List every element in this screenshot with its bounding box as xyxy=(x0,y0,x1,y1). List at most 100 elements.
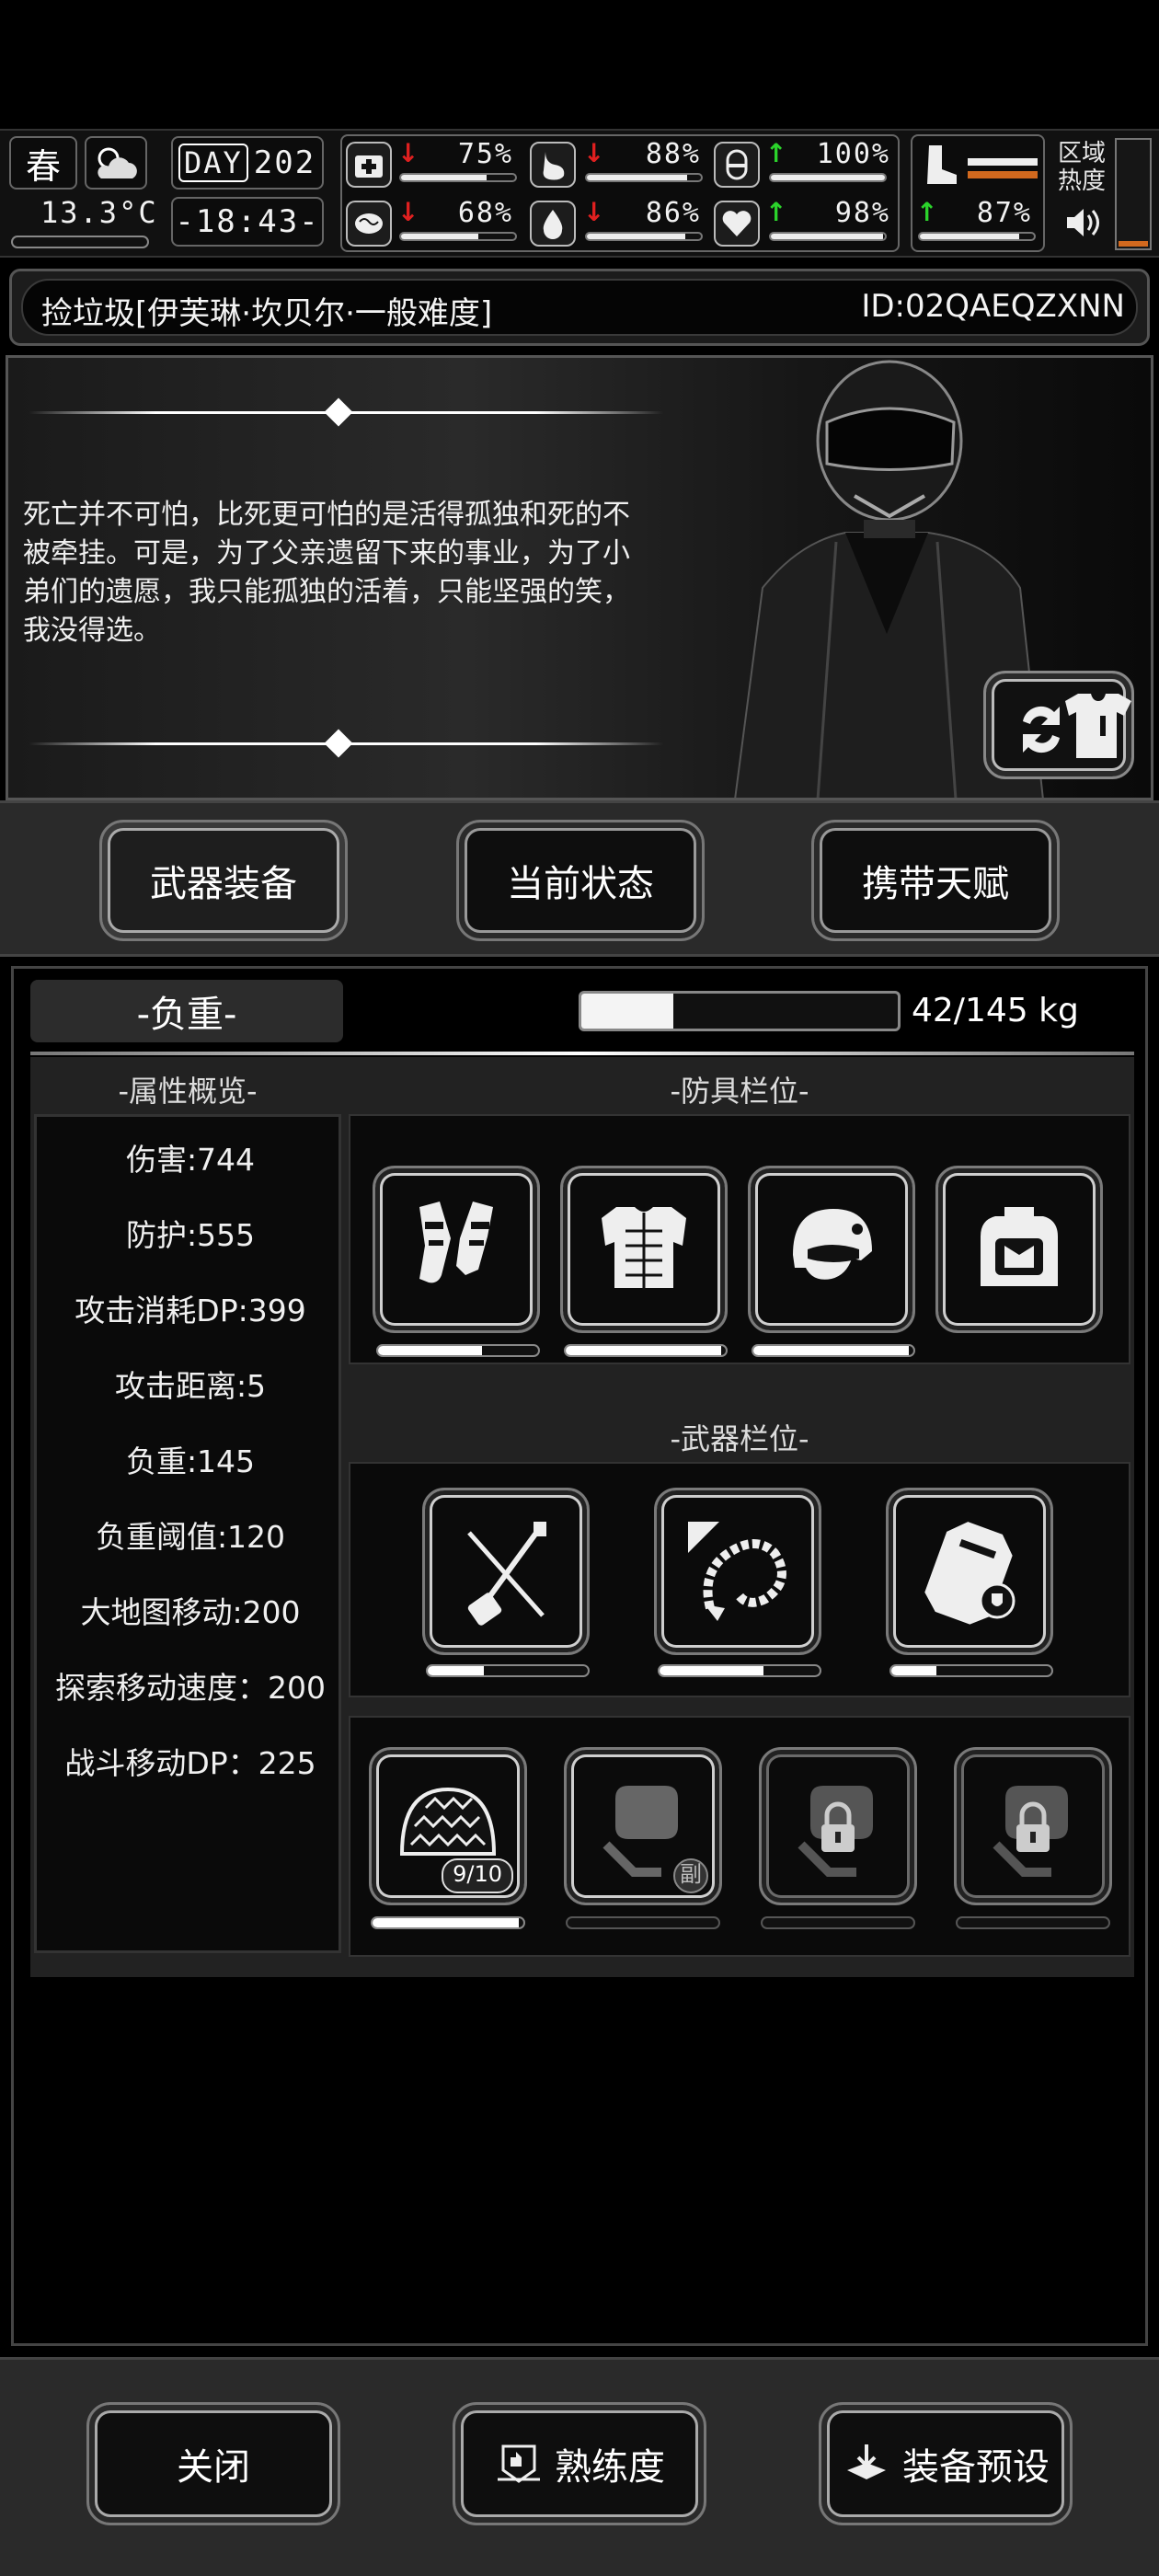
trend-up-icon: ↑ xyxy=(916,197,938,227)
extra-slot-2[interactable]: 副 xyxy=(564,1747,722,1905)
brain-bar xyxy=(399,232,517,241)
day-number: 202 xyxy=(253,144,316,181)
trend-down-icon: ↓ xyxy=(397,138,419,168)
extra-slot-4-locked[interactable] xyxy=(954,1747,1112,1905)
attr-attack-range: 攻击距离:5 xyxy=(114,1368,267,1404)
fist-locked-icon xyxy=(798,1786,873,1877)
stomach-icon xyxy=(530,142,576,188)
tab-talents[interactable]: 携带天赋 xyxy=(811,820,1060,941)
armor-slot-gloves[interactable] xyxy=(373,1166,540,1333)
armor-slot-body[interactable] xyxy=(560,1166,728,1333)
outfit-swap-button[interactable] xyxy=(983,671,1134,779)
capsule-icon xyxy=(714,142,760,188)
character-title-bar: 捡垃圾[伊芙琳·坎贝尔·一般难度] ID:02QAEQZXNN xyxy=(9,269,1150,346)
weapon-durability-3 xyxy=(889,1664,1053,1677)
attr-damage: 伤害:744 xyxy=(125,1142,256,1178)
weapon-slot-3[interactable] xyxy=(886,1488,1053,1655)
weapon-slot-1[interactable] xyxy=(422,1488,590,1655)
attr-map-move: 大地图移动:200 xyxy=(80,1594,301,1630)
load-bar xyxy=(579,991,901,1031)
armor-durability-gloves xyxy=(376,1344,540,1357)
trend-up-icon: ↑ xyxy=(765,197,787,227)
extra-durability-2 xyxy=(566,1916,720,1929)
scorpion-whip-icon xyxy=(688,1522,786,1621)
medkit-icon xyxy=(346,142,392,188)
extra-durability-3 xyxy=(761,1916,915,1929)
shield-case-icon xyxy=(924,1522,1016,1625)
temperature-gauge xyxy=(11,236,149,248)
medkit-value: 75% xyxy=(457,138,513,170)
attr-explore-speed: 探索移动速度：200 xyxy=(55,1670,326,1706)
water-value: 86% xyxy=(645,197,701,229)
load-text: 42/145 kg xyxy=(912,992,1079,1029)
equipment-preset-button[interactable]: 装备预设 xyxy=(819,2402,1073,2525)
stomach-value: 88% xyxy=(645,138,701,170)
trend-down-icon: ↓ xyxy=(583,138,605,168)
stamina-bar xyxy=(918,232,1036,241)
stamina-panel: ↑ 87% xyxy=(911,134,1045,252)
clock-readout: -18:43- xyxy=(171,197,324,247)
boot-icon xyxy=(920,142,962,188)
capsule-bar xyxy=(769,173,887,182)
sanxian-guitar-icon xyxy=(467,1522,546,1626)
equipment-panel: -负重- 42/145 kg -属性概览- 伤害:744 防护:555 攻击消耗… xyxy=(11,966,1148,2346)
fist-locked-icon xyxy=(993,1786,1068,1877)
day-box: DAY 202 xyxy=(171,136,324,190)
heart-value: 98% xyxy=(834,197,890,229)
proficiency-icon xyxy=(498,2444,540,2483)
outfit-swap-icon xyxy=(1023,694,1131,758)
day-label: DAY xyxy=(178,144,248,182)
backpack-icon xyxy=(981,1207,1058,1286)
weapon-slot-2[interactable] xyxy=(654,1488,821,1655)
trend-up-icon: ↑ xyxy=(765,138,787,168)
medkit-bar xyxy=(399,173,517,182)
armor-slot-backpack[interactable] xyxy=(935,1166,1103,1333)
brain-icon xyxy=(346,201,392,247)
close-button-label: 关闭 xyxy=(177,2446,250,2489)
player-id: ID:02QAEQZXNN xyxy=(861,288,1125,325)
armor-heading: -防具栏位- xyxy=(670,1074,809,1109)
attr-combat-move-dp: 战斗移动DP：225 xyxy=(64,1745,316,1781)
extra-durability-4 xyxy=(956,1916,1110,1929)
attr-load: 负重:145 xyxy=(125,1443,256,1479)
ornament-diamond-icon xyxy=(324,397,353,427)
water-drop-icon xyxy=(530,201,576,247)
armor-slot-helmet[interactable] xyxy=(748,1166,915,1333)
preset-download-icon xyxy=(847,2444,886,2479)
status-hud: 春 13.3°C DAY 202 -18:43- ↓ 75% ↓ 88% ↑ 1… xyxy=(0,129,1159,258)
speaker-icon[interactable] xyxy=(1063,204,1104,241)
zone-heat-button[interactable]: 区域 热度 xyxy=(1054,134,1153,252)
tab-bar: 武器装备 当前状态 携带天赋 xyxy=(0,800,1159,957)
trend-down-icon: ↓ xyxy=(397,197,419,227)
tab-current-status[interactable]: 当前状态 xyxy=(456,820,705,941)
load-label: -负重- xyxy=(30,980,343,1042)
attr-attack-dp: 攻击消耗DP:399 xyxy=(75,1293,306,1328)
ornament-diamond-icon xyxy=(324,729,353,758)
load-bar-fill xyxy=(581,994,673,1029)
season-box: 春 xyxy=(9,136,77,190)
equipment-preset-button-label: 装备预设 xyxy=(902,2446,1050,2489)
extra-durability-1 xyxy=(371,1916,525,1929)
weapon-durability-1 xyxy=(426,1664,590,1677)
heart-bar xyxy=(769,232,887,241)
attr-defense: 防护:555 xyxy=(125,1217,256,1253)
body-armor-icon xyxy=(602,1207,686,1290)
proficiency-button[interactable]: 熟练度 xyxy=(453,2402,706,2525)
weapon-durability-2 xyxy=(658,1664,821,1677)
brain-value: 68% xyxy=(457,197,513,229)
attributes-heading: -属性概览- xyxy=(118,1074,258,1109)
tab-weapons-equipment[interactable]: 武器装备 xyxy=(99,820,348,941)
gauntlets-icon xyxy=(419,1202,493,1283)
attr-load-threshold: 负重阈值:120 xyxy=(95,1519,286,1555)
weapons-heading: -武器栏位- xyxy=(670,1421,809,1456)
extra-slot-3-locked[interactable] xyxy=(759,1747,917,1905)
close-button[interactable]: 关闭 xyxy=(86,2402,340,2525)
extra-slot-1[interactable]: 9/10 xyxy=(369,1747,527,1905)
title-inner: 捡垃圾[伊芙琳·坎贝尔·一般难度] ID:02QAEQZXNN xyxy=(21,279,1138,336)
zone-heat-label: 区域 热度 xyxy=(1058,140,1107,195)
character-banner: 死亡并不可怕，比死更可怕的是活得孤独和死的不被牵挂。可是，为了父亲遗留下来的事业… xyxy=(6,355,1153,800)
weather-icon xyxy=(85,136,147,190)
divider xyxy=(30,1052,1134,1055)
armor-durability-helmet xyxy=(752,1344,915,1357)
stack-count-badge: 9/10 xyxy=(442,1858,513,1893)
